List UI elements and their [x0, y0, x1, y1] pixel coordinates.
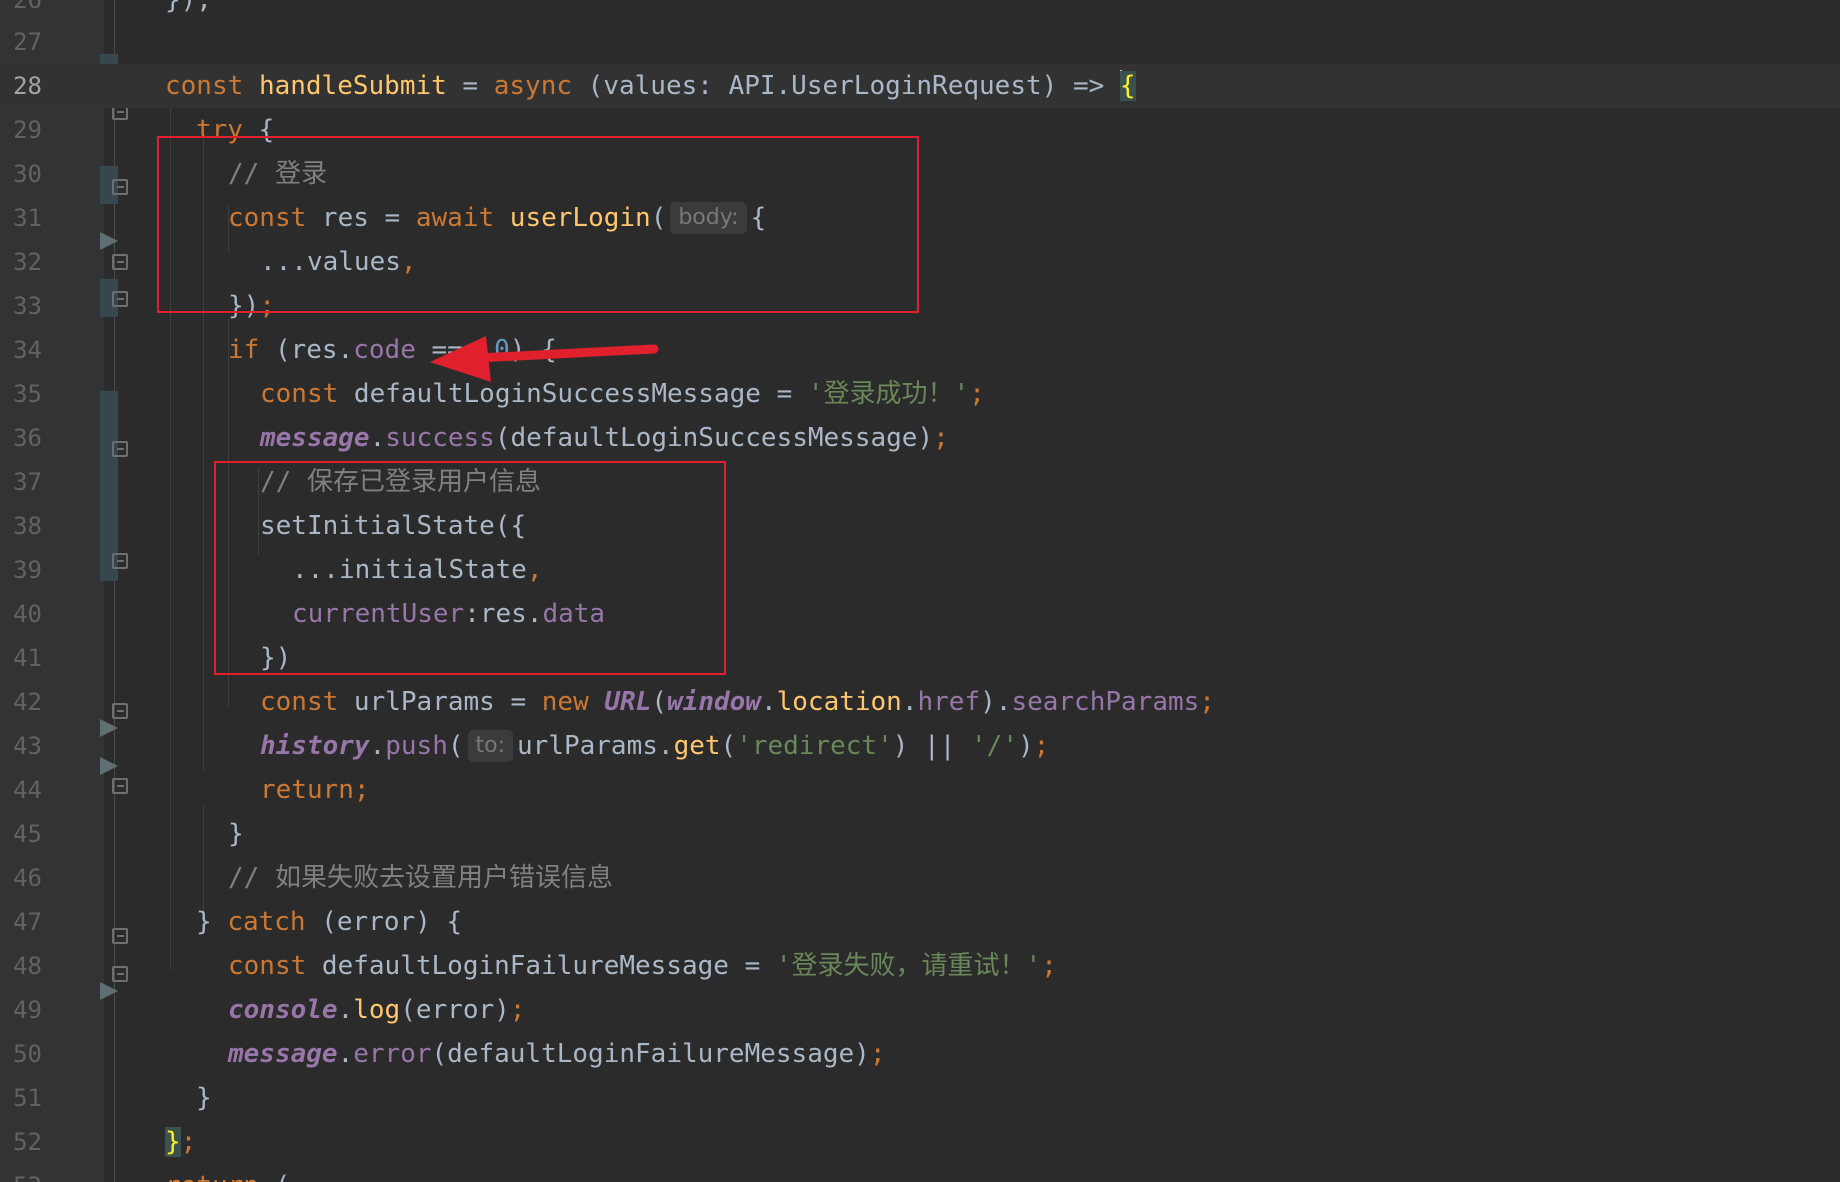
line-number: 31: [13, 204, 42, 232]
code-text: message.error(defaultLoginFailureMessage…: [228, 1039, 886, 1069]
code-line[interactable]: 51 }: [0, 1076, 1840, 1120]
code-line[interactable]: 41 }): [0, 636, 1840, 680]
code-text: ...values,: [260, 247, 417, 277]
line-number: 33: [13, 292, 42, 320]
code-line[interactable]: 36 message.success(defaultLoginSuccessMe…: [0, 416, 1840, 460]
code-line[interactable]: 29 try {: [0, 108, 1840, 152]
line-number: 27: [13, 28, 42, 56]
code-text: const defaultLoginFailureMessage = '登录失败…: [228, 951, 1057, 981]
line-number: 52: [13, 1128, 42, 1156]
code-text: try {: [196, 115, 275, 145]
code-comment: // 如果失败去设置用户错误信息: [228, 863, 613, 893]
line-number: 45: [13, 820, 42, 848]
line-number: 39: [13, 556, 42, 584]
line-number: 29: [13, 116, 42, 144]
line-number: 53: [0, 1164, 42, 1182]
code-text: const res = await userLogin(body:{: [228, 202, 767, 234]
code-text: if (res.code === 0) {: [228, 335, 557, 365]
code-line[interactable]: 49 console.log(error);: [0, 988, 1840, 1032]
parameter-hint: body:: [670, 202, 747, 234]
code-line[interactable]: 31 const res = await userLogin(body:{: [0, 196, 1840, 240]
code-text: });: [228, 291, 275, 321]
code-text: message.success(defaultLoginSuccessMessa…: [260, 423, 949, 453]
code-line[interactable]: 34 if (res.code === 0) {: [0, 328, 1840, 372]
code-line[interactable]: 45 }: [0, 812, 1840, 856]
line-number: 28: [13, 72, 42, 100]
code-text: history.push(to: urlParams.get('redirect'…: [260, 730, 1050, 762]
code-line[interactable]: 47 } catch (error) {: [0, 900, 1840, 944]
line-number: 40: [13, 600, 42, 628]
line-number: 50: [13, 1040, 42, 1068]
line-number: 32: [13, 248, 42, 276]
line-number: 48: [13, 952, 42, 980]
code-line[interactable]: 39 ...initialState,: [0, 548, 1840, 592]
code-text: };: [165, 1127, 197, 1157]
code-comment: // 登录: [228, 159, 327, 189]
code-text: const defaultLoginSuccessMessage = '登录成功…: [260, 379, 985, 409]
code-line[interactable]: 46 // 如果失败去设置用户错误信息: [0, 856, 1840, 900]
code-text: } catch (error) {: [196, 907, 463, 937]
code-line[interactable]: 44 return;: [0, 768, 1840, 812]
line-number: 51: [13, 1084, 42, 1112]
line-number: 34: [13, 336, 42, 364]
code-text: return (: [165, 1164, 290, 1182]
line-number: 49: [13, 996, 42, 1024]
code-editor[interactable]: 26 }); 27 28 const handleSubmit = async …: [0, 0, 1840, 1182]
line-number: 38: [13, 512, 42, 540]
line-number: 35: [13, 380, 42, 408]
line-number: 26: [13, 0, 42, 14]
code-line[interactable]: 27: [0, 20, 1840, 64]
code-line[interactable]: 52 };: [0, 1120, 1840, 1164]
code-text: }): [260, 643, 292, 673]
code-text: });: [165, 0, 212, 15]
code-line[interactable]: 43 history.push(to: urlParams.get('redire…: [0, 724, 1840, 768]
code-text: console.log(error);: [228, 995, 526, 1025]
code-text: ...initialState,: [292, 555, 543, 585]
line-number: 44: [13, 776, 42, 804]
line-number: 46: [13, 864, 42, 892]
code-line[interactable]: 26 });: [0, 0, 1840, 22]
code-area[interactable]: 26 }); 27 28 const handleSubmit = async …: [0, 0, 1840, 1182]
code-line[interactable]: 42 const urlParams = new URL(window.loca…: [0, 680, 1840, 724]
line-number: 36: [13, 424, 42, 452]
line-number: 41: [13, 644, 42, 672]
code-line[interactable]: 32 ...values,: [0, 240, 1840, 284]
line-number: 42: [13, 688, 42, 716]
code-text: setInitialState({: [260, 511, 527, 541]
code-text: const handleSubmit = async (values: API.…: [165, 70, 1136, 101]
code-comment: // 保存已登录用户信息: [260, 467, 541, 497]
code-text: }: [228, 819, 244, 849]
line-number: 47: [13, 908, 42, 936]
code-line[interactable]: 37 // 保存已登录用户信息: [0, 460, 1840, 504]
line-number: 30: [13, 160, 42, 188]
line-number: 43: [13, 732, 42, 760]
code-line[interactable]: 53 return (: [0, 1164, 1840, 1182]
code-text: return;: [260, 775, 370, 805]
code-text: }: [196, 1083, 212, 1113]
code-text: const urlParams = new URL(window.locatio…: [260, 687, 1215, 717]
parameter-hint: to:: [467, 730, 514, 762]
code-line[interactable]: 48 const defaultLoginFailureMessage = '登…: [0, 944, 1840, 988]
code-line[interactable]: 38 setInitialState({: [0, 504, 1840, 548]
code-line[interactable]: 30 // 登录: [0, 152, 1840, 196]
code-line[interactable]: 50 message.error(defaultLoginFailureMess…: [0, 1032, 1840, 1076]
code-line[interactable]: 33 });: [0, 284, 1840, 328]
code-line[interactable]: 40 currentUser:res.data: [0, 592, 1840, 636]
code-line-current[interactable]: 28 const handleSubmit = async (values: A…: [0, 64, 1840, 108]
code-line[interactable]: 35 const defaultLoginSuccessMessage = '登…: [0, 372, 1840, 416]
code-text: currentUser:res.data: [292, 599, 606, 629]
line-number: 37: [13, 468, 42, 496]
